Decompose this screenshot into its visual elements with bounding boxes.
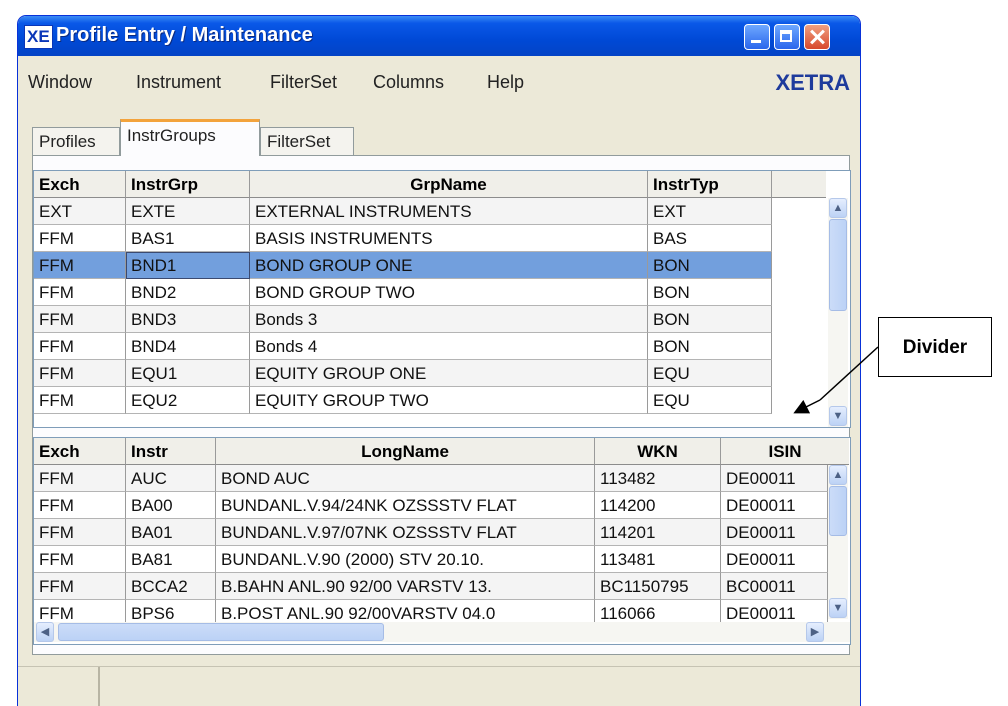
arrow-icon (793, 399, 821, 414)
callout-arrow (793, 346, 879, 414)
tab-instrgroups[interactable]: InstrGroups (120, 119, 260, 156)
